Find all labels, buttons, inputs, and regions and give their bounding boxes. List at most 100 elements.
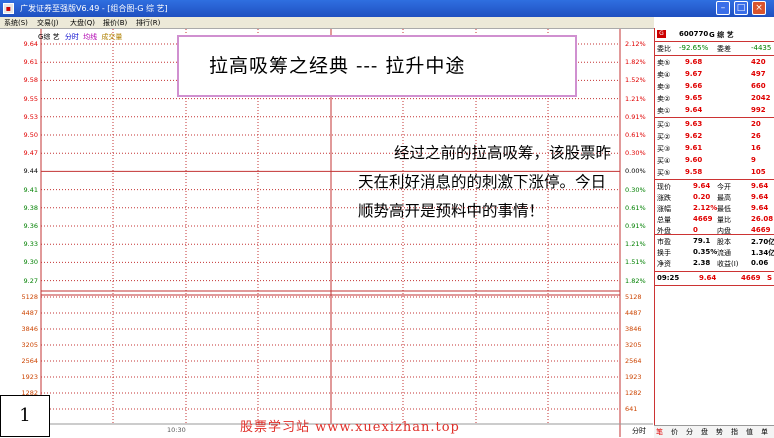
- quote-value: 0.20: [693, 193, 711, 201]
- quote-label: 涨跌: [657, 194, 671, 202]
- order-label: 卖④: [657, 71, 671, 79]
- quote-value: 4669: [751, 226, 771, 234]
- fundamental-row: 换手 0.35% 流通 1.34亿: [655, 248, 774, 257]
- pct-tick-label: 1.82%: [625, 58, 646, 67]
- sell-order-row[interactable]: 卖⑤ 9.68 420: [655, 58, 774, 67]
- sell-order-row[interactable]: 卖④ 9.67 497: [655, 70, 774, 79]
- window-title: 广发证券至强版V6.49 - [组合图-G 综 艺]: [20, 4, 168, 13]
- quote-value: 9.64: [751, 182, 769, 190]
- quote-value: 2.38: [693, 259, 711, 267]
- order-label: 卖⑤: [657, 59, 671, 67]
- minimize-button[interactable]: –: [716, 1, 730, 15]
- panel-tab[interactable]: 价: [671, 427, 678, 437]
- fenshi-tab[interactable]: 分时: [632, 426, 646, 436]
- buy-order-row[interactable]: 买⑤ 9.58 105: [655, 168, 774, 177]
- pct-tick-label: 1.82%: [625, 276, 646, 285]
- watermark: 股票学习站 www.xuexizhan.top: [240, 420, 460, 435]
- slide-number: 1: [0, 395, 50, 437]
- chart-series-volume: 成交量: [101, 33, 123, 41]
- pct-tick-label: 0.30%: [625, 149, 646, 158]
- volume-tick-label-right: 5128: [625, 293, 642, 301]
- price-tick-label: 9.44: [23, 167, 38, 176]
- quote-label: 流通: [717, 249, 731, 257]
- price-tick-label: 9.27: [23, 276, 38, 285]
- price-tick-label: 9.38: [23, 203, 38, 212]
- menu-quote[interactable]: 报价(B): [103, 18, 127, 28]
- order-volume: 497: [751, 70, 766, 78]
- sell-order-row[interactable]: 卖① 9.64 992: [655, 106, 774, 115]
- pct-tick-label: 0.61%: [625, 203, 646, 212]
- annotation-note: 经过之前的拉高吸筹，该股票昨天在利好消息的的刺激下涨停。今日顺势高开是预料中的事…: [358, 139, 620, 226]
- volume-tick-label-left: 4487: [21, 309, 38, 317]
- panel-tab[interactable]: 分: [686, 427, 693, 437]
- buy-order-row[interactable]: 买② 9.62 26: [655, 132, 774, 141]
- quote-label: 涨幅: [657, 205, 671, 213]
- sell-order-row[interactable]: 卖③ 9.66 660: [655, 82, 774, 91]
- pct-tick-label: 1.51%: [625, 258, 646, 267]
- sell-order-row[interactable]: 卖② 9.65 2042: [655, 94, 774, 103]
- order-volume: 2042: [751, 94, 771, 102]
- quote-value: 0.35%: [693, 248, 718, 256]
- callout-text: 拉高吸筹之经典 --- 拉升中途: [209, 55, 466, 77]
- buy-order-row[interactable]: 买④ 9.60 9: [655, 156, 774, 165]
- order-label: 卖②: [657, 95, 671, 103]
- pct-tick-label: 0.91%: [625, 222, 646, 230]
- maximize-button[interactable]: □: [734, 1, 748, 15]
- order-label: 买④: [657, 157, 671, 165]
- price-tick-label: 9.53: [23, 112, 38, 121]
- quote-label: 最高: [717, 194, 731, 202]
- panel-tabs: 笔价分盘势指值单: [654, 425, 774, 438]
- quote-value: 0: [693, 226, 698, 234]
- price-tick-label: 9.55: [23, 94, 38, 103]
- order-price: 9.63: [685, 120, 703, 128]
- quote-row: 涨跌 0.20 最高 9.64: [655, 193, 774, 202]
- price-tick-label: 9.41: [23, 185, 38, 194]
- volume-tick-label-left: 3205: [21, 341, 38, 349]
- menu-system[interactable]: 系统(S): [4, 18, 28, 28]
- order-label: 买⑤: [657, 169, 671, 177]
- order-volume: 26: [751, 132, 761, 140]
- quote-label: 股本: [717, 238, 731, 246]
- quote-row: 现价 9.64 今开 9.64: [655, 182, 774, 191]
- buy-order-row[interactable]: 买③ 9.61 16: [655, 144, 774, 153]
- weicha-value: -4435: [751, 44, 772, 52]
- price-tick-label: 9.58: [23, 76, 38, 85]
- menu-trade[interactable]: 交易(J): [37, 18, 59, 28]
- quote-value: 9.64: [693, 182, 711, 190]
- buy-order-row[interactable]: 买① 9.63 20: [655, 120, 774, 129]
- volume-tick-label-right: 1923: [625, 373, 642, 381]
- pct-tick-label: 0.30%: [625, 185, 646, 194]
- intraday-chart[interactable]: G综 艺 分时 均线 成交量 拉高吸筹之经典 --- 拉升中途 经过之前的拉高吸…: [0, 29, 653, 437]
- order-volume: 20: [751, 120, 761, 128]
- panel-tab[interactable]: 笔: [656, 427, 663, 437]
- window-titlebar: ▪ 广发证券至强版V6.49 - [组合图-G 综 艺] – □ ×: [0, 0, 774, 17]
- volume-tick-label-right: 3846: [625, 325, 642, 333]
- panel-tab[interactable]: 盘: [701, 427, 708, 437]
- volume-tick-label-right: 641: [625, 405, 638, 413]
- quote-value: 2.12%: [693, 204, 718, 212]
- order-ratio-row: 委比 -92.65% 委差 -4435: [657, 44, 772, 53]
- menu-market[interactable]: 大盘(Q): [70, 18, 95, 28]
- order-volume: 660: [751, 82, 766, 90]
- quote-value: 4669: [693, 215, 713, 223]
- panel-tab[interactable]: 指: [731, 427, 738, 437]
- order-price: 9.64: [685, 106, 703, 114]
- stock-name: G 综 艺: [709, 31, 734, 39]
- close-button[interactable]: ×: [752, 1, 766, 15]
- panel-tab[interactable]: 值: [746, 427, 753, 437]
- order-volume: 105: [751, 168, 766, 176]
- title-callout: 拉高吸筹之经典 --- 拉升中途: [177, 35, 577, 97]
- menu-ranking[interactable]: 排行(R): [136, 18, 160, 28]
- volume-tick-label-right: 4487: [625, 309, 642, 317]
- volume-tick-label-right: 2564: [625, 357, 642, 365]
- price-tick-label: 9.64: [23, 40, 38, 48]
- weibi-value: -92.65%: [679, 44, 709, 52]
- chart-series-avg: 均线: [83, 33, 98, 41]
- tick-row: 09:25 9.64 4669 S: [657, 274, 773, 282]
- panel-tab[interactable]: 势: [716, 427, 723, 437]
- note-text: 经过之前的拉高吸筹，该股票昨天在利好消息的的刺激下涨停。今日顺势高开是预料中的事…: [358, 144, 612, 220]
- quote-value: 1.34亿: [751, 249, 774, 257]
- panel-tab[interactable]: 单: [761, 427, 768, 437]
- order-price: 9.62: [685, 132, 703, 140]
- quote-label: 收益(I): [717, 260, 739, 268]
